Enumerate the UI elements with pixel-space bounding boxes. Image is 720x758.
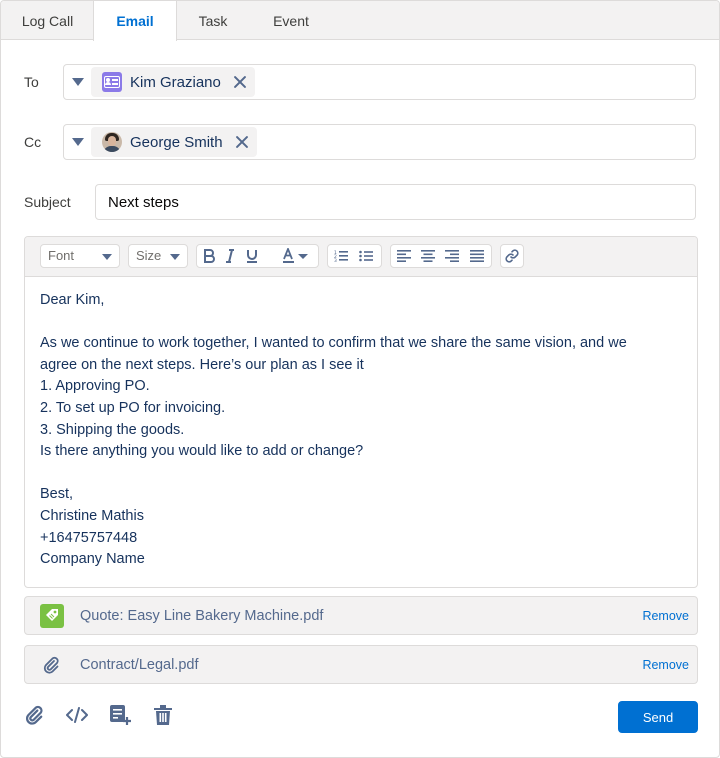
close-icon[interactable] xyxy=(233,75,247,89)
to-recipient-name: Kim Graziano xyxy=(130,73,221,91)
attachment-item: Quote: Easy Line Bakery Machine.pdf Remo… xyxy=(24,596,698,635)
bulleted-list-icon[interactable] xyxy=(355,245,377,267)
to-label: To xyxy=(24,74,39,90)
body-line xyxy=(40,463,680,485)
body-line: +16475757448 xyxy=(40,529,138,546)
body-line: Christine Mathis xyxy=(40,507,144,524)
font-select[interactable]: Font xyxy=(40,244,120,268)
link-group xyxy=(500,244,524,268)
align-center-icon[interactable] xyxy=(417,245,439,267)
underline-icon[interactable] xyxy=(241,245,263,267)
body-line xyxy=(40,312,680,334)
close-icon[interactable] xyxy=(235,135,249,149)
body-line: Is there anything you would like to add … xyxy=(40,443,364,460)
cc-field[interactable]: George Smith xyxy=(63,124,696,160)
tab-event[interactable]: Event xyxy=(253,1,329,40)
paperclip-icon xyxy=(42,656,60,679)
cc-recipient-pill[interactable]: George Smith xyxy=(91,127,257,157)
format-group xyxy=(196,244,319,268)
align-right-icon[interactable] xyxy=(441,245,463,267)
svg-text:3: 3 xyxy=(334,258,337,262)
link-icon[interactable] xyxy=(501,245,523,267)
list-group: 123 xyxy=(327,244,382,268)
attachment-name[interactable]: Contract/Legal.pdf xyxy=(80,657,199,673)
trash-icon[interactable] xyxy=(152,704,174,726)
body-line: 2. To set up PO for invoicing. xyxy=(40,399,226,416)
attachment-item: Contract/Legal.pdf Remove xyxy=(24,645,698,684)
numbered-list-icon[interactable]: 123 xyxy=(330,245,352,267)
editor-toolbar: Font Size 1 2 3 xyxy=(25,237,697,277)
email-composer: Log Call Email Task Event To Kim Grazian… xyxy=(0,0,720,758)
subject-label: Subject xyxy=(24,194,71,210)
send-button[interactable]: Send xyxy=(618,701,698,733)
body-line: agree on the next steps. Here’s our plan… xyxy=(40,356,364,373)
tab-email[interactable]: Email xyxy=(93,1,177,41)
remove-attachment-button[interactable]: Remove xyxy=(642,609,689,623)
contact-card-icon xyxy=(102,72,122,92)
font-select-label: Font xyxy=(48,248,75,263)
attach-file-icon[interactable] xyxy=(23,704,45,726)
chevron-down-icon xyxy=(102,254,112,260)
size-select-label: Size xyxy=(136,248,162,263)
quote-icon xyxy=(40,604,64,628)
body-line: Dear Kim, xyxy=(40,292,105,308)
chevron-down-icon[interactable] xyxy=(72,78,84,86)
avatar xyxy=(102,132,122,152)
body-line: Best, xyxy=(40,486,74,503)
bold-icon[interactable] xyxy=(198,245,220,267)
align-justify-icon[interactable] xyxy=(466,245,488,267)
body-line: 3. Shipping the goods. xyxy=(40,421,185,438)
tab-task[interactable]: Task xyxy=(177,1,249,40)
to-recipient-pill[interactable]: Kim Graziano xyxy=(91,67,255,97)
remove-attachment-button[interactable]: Remove xyxy=(642,658,689,672)
tab-log-call[interactable]: Log Call xyxy=(1,1,94,40)
rich-text-editor[interactable]: Font Size 1 2 3 Dear Kim, As we continue… xyxy=(24,236,698,588)
align-left-icon[interactable] xyxy=(393,245,415,267)
body-line: Company Name xyxy=(40,551,145,568)
size-select[interactable]: Size xyxy=(128,244,188,268)
cc-recipient-name: George Smith xyxy=(130,133,223,151)
body-line: As we continue to work together, I wante… xyxy=(40,335,627,352)
cc-label: Cc xyxy=(24,134,42,150)
email-body[interactable]: Dear Kim, As we continue to work togethe… xyxy=(40,290,680,571)
insert-template-icon[interactable] xyxy=(109,704,131,726)
body-line: 1. Approving PO. xyxy=(40,378,150,395)
to-field[interactable]: Kim Graziano xyxy=(63,64,696,100)
activity-tabs: Log Call Email Task Event xyxy=(1,1,719,41)
attachment-name[interactable]: Quote: Easy Line Bakery Machine.pdf xyxy=(80,608,323,624)
chevron-down-icon[interactable] xyxy=(72,138,84,146)
text-color-icon[interactable] xyxy=(277,245,317,267)
chevron-down-icon xyxy=(170,254,180,260)
merge-field-icon[interactable] xyxy=(66,704,88,726)
subject-input[interactable] xyxy=(95,184,696,220)
alignment-group xyxy=(390,244,492,268)
italic-icon[interactable] xyxy=(219,245,241,267)
